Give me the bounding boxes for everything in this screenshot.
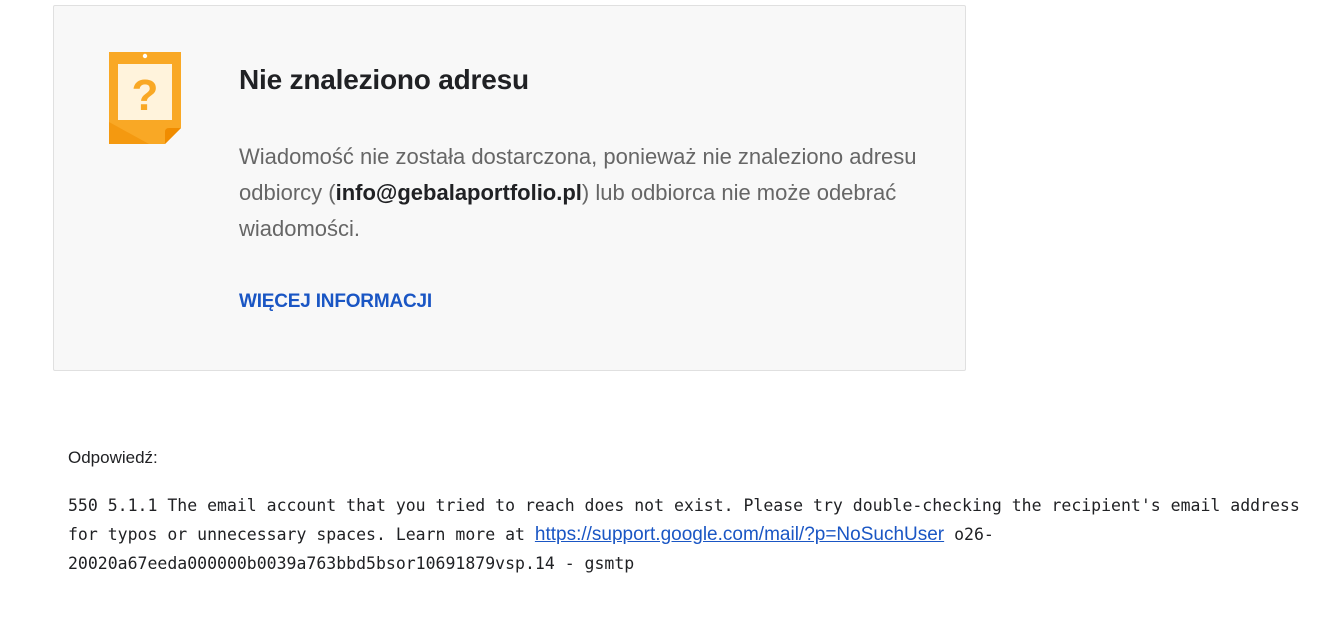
recipient-address: info@gebalaportfolio.pl — [335, 180, 582, 205]
bounce-notice-card: ? Nie znaleziono adresu Wiadomość nie zo… — [53, 5, 966, 371]
no-such-user-help-link[interactable]: https://support.google.com/mail/?p=NoSuc… — [535, 524, 944, 545]
more-info-link[interactable]: WIĘCEJ INFORMACJI — [239, 291, 432, 313]
page-title: Nie znaleziono adresu — [239, 64, 529, 95]
smtp-response: 550 5.1.1 The email account that you tri… — [68, 491, 1308, 578]
svg-text:?: ? — [132, 71, 159, 120]
bounce-message: Wiadomość nie została dostarczona, ponie… — [239, 139, 929, 247]
response-label: Odpowiedź: — [68, 448, 158, 467]
sticky-note-question-icon: ? — [109, 52, 181, 144]
